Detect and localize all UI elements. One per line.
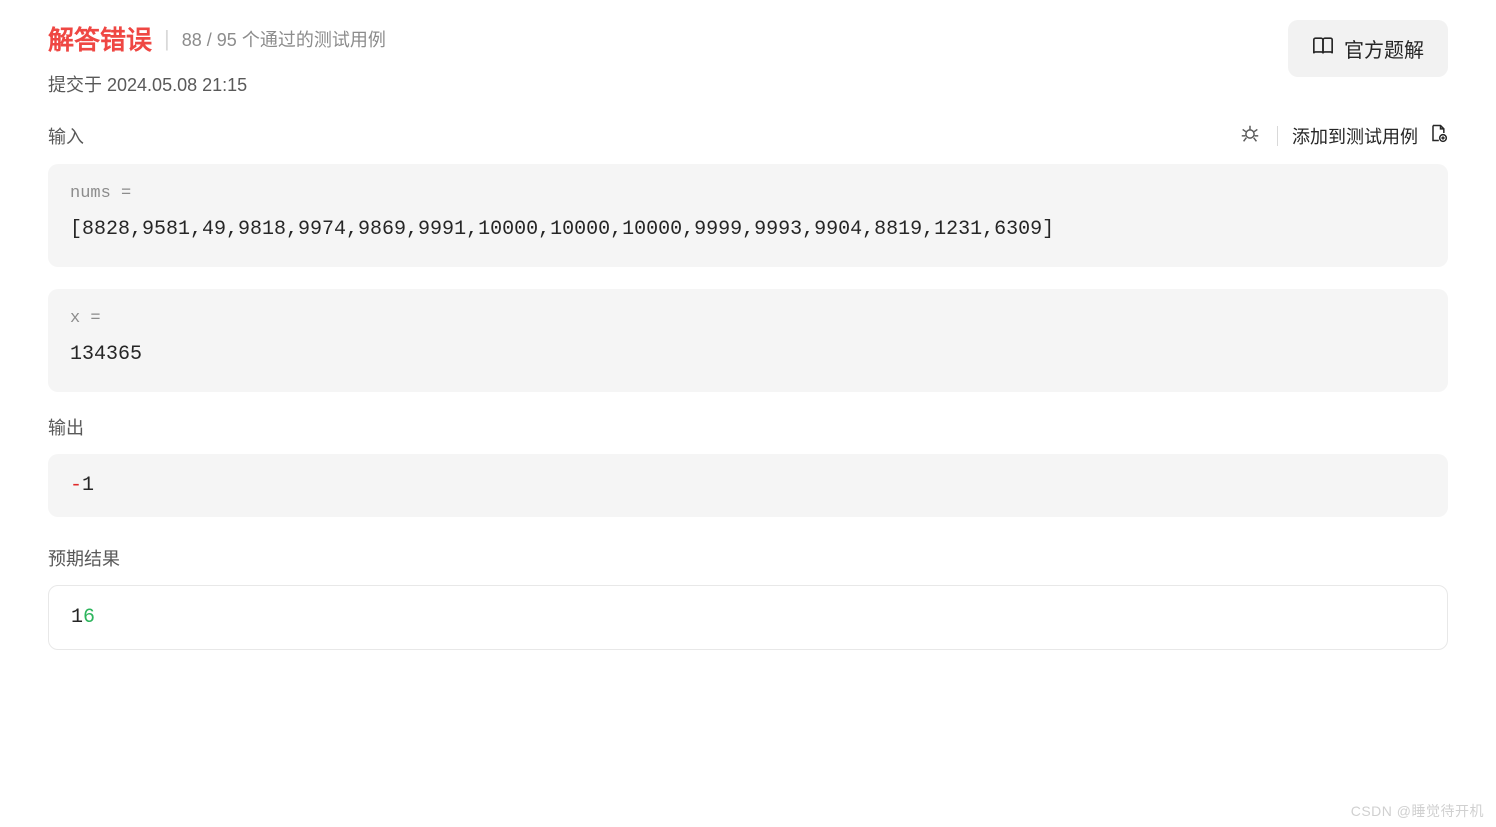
- title-divider: |: [164, 26, 170, 52]
- output-value: -1: [70, 474, 94, 497]
- output-diff-same: 1: [82, 474, 94, 497]
- test-suffix: 个通过的测试用例: [242, 30, 386, 50]
- expected-diff-right: 6: [83, 606, 95, 629]
- bug-icon: [1239, 123, 1261, 148]
- header-left: 解答错误 | 88 / 95 个通过的测试用例 提交于 2024.05.08 2…: [48, 20, 386, 97]
- input-actions: 添加到测试用例: [1237, 121, 1448, 150]
- input-param1-box: nums = [8828,9581,49,9818,9974,9869,9991…: [48, 164, 1448, 267]
- result-header: 解答错误 | 88 / 95 个通过的测试用例 提交于 2024.05.08 2…: [48, 20, 1448, 97]
- expected-section: 预期结果 16: [48, 545, 1448, 650]
- param1-value: [8828,9581,49,9818,9974,9869,9991,10000,…: [70, 213, 1426, 247]
- submit-time-value: 2024.05.08 21:15: [107, 75, 247, 95]
- add-file-icon: [1428, 123, 1448, 148]
- official-solution-button[interactable]: 官方题解: [1288, 20, 1448, 77]
- status-title: 解答错误: [48, 20, 152, 57]
- debug-icon-button[interactable]: [1237, 121, 1263, 150]
- solution-button-label: 官方题解: [1344, 34, 1424, 63]
- param2-value: 134365: [70, 338, 1426, 372]
- output-diff-wrong: -: [70, 474, 82, 497]
- param1-label: nums =: [70, 184, 1426, 203]
- expected-value: 16: [71, 606, 95, 629]
- output-box: -1: [48, 454, 1448, 517]
- watermark: CSDN @睡觉待开机: [1351, 801, 1484, 821]
- action-divider: [1277, 126, 1278, 146]
- submit-prefix: 提交于: [48, 75, 102, 95]
- test-pass-count: 88 / 95 个通过的测试用例: [182, 26, 386, 52]
- book-icon: [1312, 35, 1334, 63]
- expected-label: 预期结果: [48, 545, 1448, 571]
- title-row: 解答错误 | 88 / 95 个通过的测试用例: [48, 20, 386, 57]
- input-header-row: 输入 添加到测试用例: [48, 121, 1448, 150]
- output-label: 输出: [48, 414, 1448, 440]
- param2-label: x =: [70, 309, 1426, 328]
- input-label: 输入: [48, 123, 84, 149]
- passed-count: 88: [182, 30, 202, 50]
- submit-time: 提交于 2024.05.08 21:15: [48, 71, 386, 97]
- expected-diff-same: 1: [71, 606, 83, 629]
- add-test-label: 添加到测试用例: [1292, 123, 1418, 149]
- expected-box: 16: [48, 585, 1448, 650]
- output-section: 输出 -1: [48, 414, 1448, 517]
- input-param2-box: x = 134365: [48, 289, 1448, 392]
- add-to-testcase-button[interactable]: 添加到测试用例: [1292, 123, 1448, 149]
- total-count: 95: [217, 30, 237, 50]
